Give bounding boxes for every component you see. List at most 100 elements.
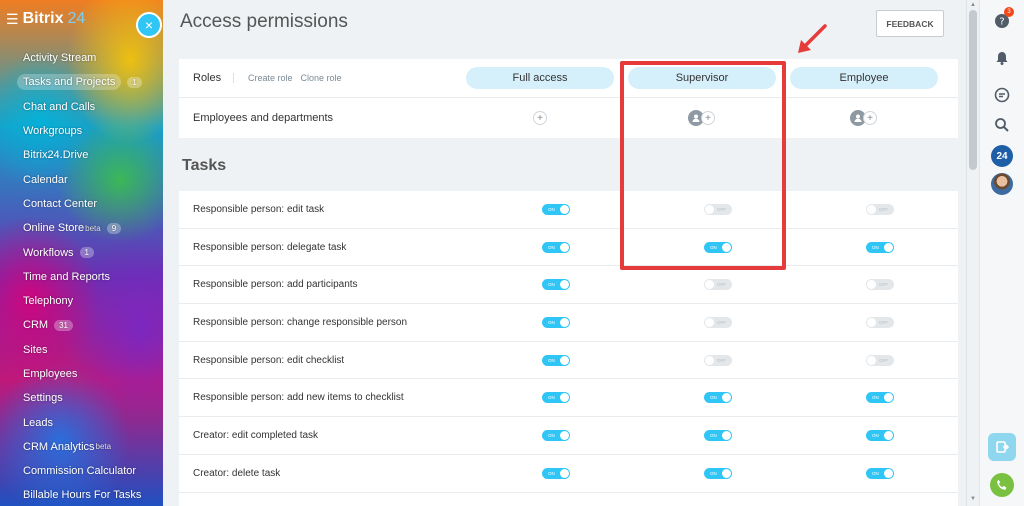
permission-toggle[interactable]: ON — [704, 429, 732, 441]
task-permission-label: Responsible person: delegate task — [193, 241, 347, 253]
open-lines-icon[interactable] — [988, 433, 1016, 461]
task-permission-row: Responsible person: change responsible p… — [179, 304, 958, 342]
toggle-knob — [560, 242, 569, 252]
permission-toggle[interactable]: ON — [542, 203, 570, 215]
phone-call-icon[interactable] — [990, 473, 1014, 497]
close-sidebar-button[interactable]: × — [136, 12, 162, 38]
permission-toggle[interactable]: OFF — [704, 354, 732, 366]
add-member-employee-icon[interactable]: + — [863, 111, 877, 125]
add-member-full-access-icon[interactable]: + — [533, 111, 547, 125]
sidebar-item[interactable]: Chat and Calls — [0, 95, 163, 119]
permission-toggle[interactable]: ON — [542, 279, 570, 291]
bitrix24-icon[interactable]: 24 — [991, 145, 1013, 167]
role-employee[interactable]: Employee — [790, 67, 938, 89]
permission-toggle[interactable]: ON — [866, 429, 894, 441]
permission-toggle[interactable]: ON — [866, 392, 894, 404]
sidebar-item[interactable]: Bitrix24.Drive — [0, 143, 163, 167]
toggle-knob — [867, 355, 876, 365]
toggle-state-text: ON — [710, 395, 717, 401]
annotation-arrow-icon — [798, 24, 827, 53]
toggle-state-text: ON — [548, 206, 555, 212]
sidebar-item[interactable]: Workgroups — [0, 119, 163, 143]
task-permission-label: Responsible person: edit checklist — [193, 354, 345, 366]
chat-icon[interactable] — [991, 84, 1013, 106]
sidebar-menu: Activity Stream Tasks and Projects 1 Chat a… — [0, 46, 163, 506]
task-permission-row: Creator: delete task ON ON ON — [179, 455, 958, 493]
permission-toggle[interactable]: ON — [542, 429, 570, 441]
toggle-state-text: ON — [548, 357, 555, 363]
sidebar-item[interactable]: Leads — [0, 410, 163, 434]
sidebar-item-label: Calendar — [23, 173, 68, 186]
user-avatar[interactable] — [991, 173, 1013, 195]
clone-role-link[interactable]: Clone role — [301, 73, 342, 83]
permission-toggle[interactable]: ON — [704, 392, 732, 404]
sidebar-item[interactable]: Calendar — [0, 167, 163, 191]
permission-toggle[interactable]: OFF — [866, 316, 894, 328]
sidebar-item[interactable]: CRM Analytics beta — [0, 435, 163, 459]
sidebar-item-label: Workflows — [23, 246, 74, 259]
permission-toggle[interactable]: ON — [542, 354, 570, 366]
toggle-state-text: ON — [710, 470, 717, 476]
permission-toggle[interactable]: OFF — [704, 316, 732, 328]
task-permission-label: Responsible person: add new items to che… — [193, 392, 404, 404]
scrollbar-thumb[interactable] — [969, 10, 977, 170]
sidebar-item[interactable]: Billable Hours For Tasks — [0, 483, 163, 506]
sidebar-item-label: Leads — [23, 416, 53, 429]
sidebar-item-label: Online Store — [23, 222, 85, 235]
counter-badge: 1 — [79, 247, 94, 259]
supervisor-highlight-box — [620, 61, 786, 270]
toggle-knob — [884, 430, 893, 440]
task-permission-label: Creator: delete task — [193, 467, 281, 479]
help-badge: 3 — [1004, 7, 1014, 17]
permission-toggle[interactable]: ON — [542, 241, 570, 253]
sidebar-item-label: CRM Analytics — [23, 440, 95, 453]
task-permission-row: Responsible person: add new items to che… — [179, 379, 958, 418]
menu-icon[interactable]: ☰ — [6, 11, 19, 28]
sidebar-item[interactable]: Tasks and Projects 1 — [0, 70, 163, 94]
create-role-link[interactable]: Create role — [248, 73, 293, 83]
sidebar-item-label: Employees — [23, 368, 78, 380]
sidebar-item[interactable]: CRM 31 — [0, 313, 163, 337]
sidebar-item[interactable]: Contact Center — [0, 192, 163, 216]
toggle-state-text: OFF — [717, 282, 726, 288]
scroll-up-icon[interactable]: ▲ — [970, 2, 976, 8]
task-permission-row: Responsible person: add participants ON OF… — [179, 266, 958, 305]
permission-toggle[interactable]: ON — [542, 316, 570, 328]
toggle-knob — [560, 317, 569, 327]
permission-toggle[interactable]: ON — [542, 392, 570, 404]
sidebar-item[interactable]: Settings — [0, 386, 163, 410]
sidebar-item[interactable]: Commission Calculator — [0, 459, 163, 483]
permission-toggle[interactable]: ON — [866, 467, 894, 479]
sidebar-item[interactable]: Time and Reports — [0, 265, 163, 289]
sidebar-item[interactable]: Workflows 1 — [0, 240, 163, 264]
toggle-knob — [722, 468, 731, 478]
permission-toggle[interactable]: OFF — [866, 203, 894, 215]
toggle-state-text: OFF — [879, 357, 888, 363]
sidebar-item[interactable]: Activity Stream — [0, 46, 163, 70]
sidebar-item[interactable]: Sites — [0, 338, 163, 362]
permission-toggle[interactable]: ON — [704, 467, 732, 479]
notifications-bell-icon[interactable] — [991, 47, 1013, 69]
main-scrollbar[interactable]: ▲ ▼ — [966, 0, 979, 506]
toggle-state-text: ON — [710, 432, 717, 438]
sidebar-item[interactable]: Online Store beta 9 — [0, 216, 163, 240]
sidebar-item[interactable]: Employees — [0, 362, 163, 386]
toggle-state-text: ON — [548, 244, 555, 250]
permission-toggle[interactable]: ON — [542, 467, 570, 479]
permission-toggle[interactable]: OFF — [866, 279, 894, 291]
toggle-knob — [705, 317, 714, 327]
close-icon: × — [144, 17, 154, 33]
bitrix-logo[interactable]: ☰ Bitrix 24 — [6, 10, 85, 28]
permission-toggle[interactable]: ON — [866, 241, 894, 253]
toggle-state-text: ON — [872, 244, 879, 250]
feedback-button[interactable]: FEEDBACK — [876, 10, 944, 37]
sidebar-item-label: Sites — [23, 343, 48, 356]
permission-toggle[interactable]: OFF — [866, 354, 894, 366]
scroll-down-icon[interactable]: ▼ — [970, 496, 976, 502]
permission-toggle[interactable]: OFF — [704, 279, 732, 291]
sidebar-item[interactable]: Telephony — [0, 289, 163, 313]
role-full-access[interactable]: Full access — [466, 67, 614, 89]
logo-number: 24 — [67, 10, 86, 27]
search-icon[interactable] — [991, 114, 1013, 136]
sidebar-item-label: Commission Calculator — [23, 465, 137, 478]
